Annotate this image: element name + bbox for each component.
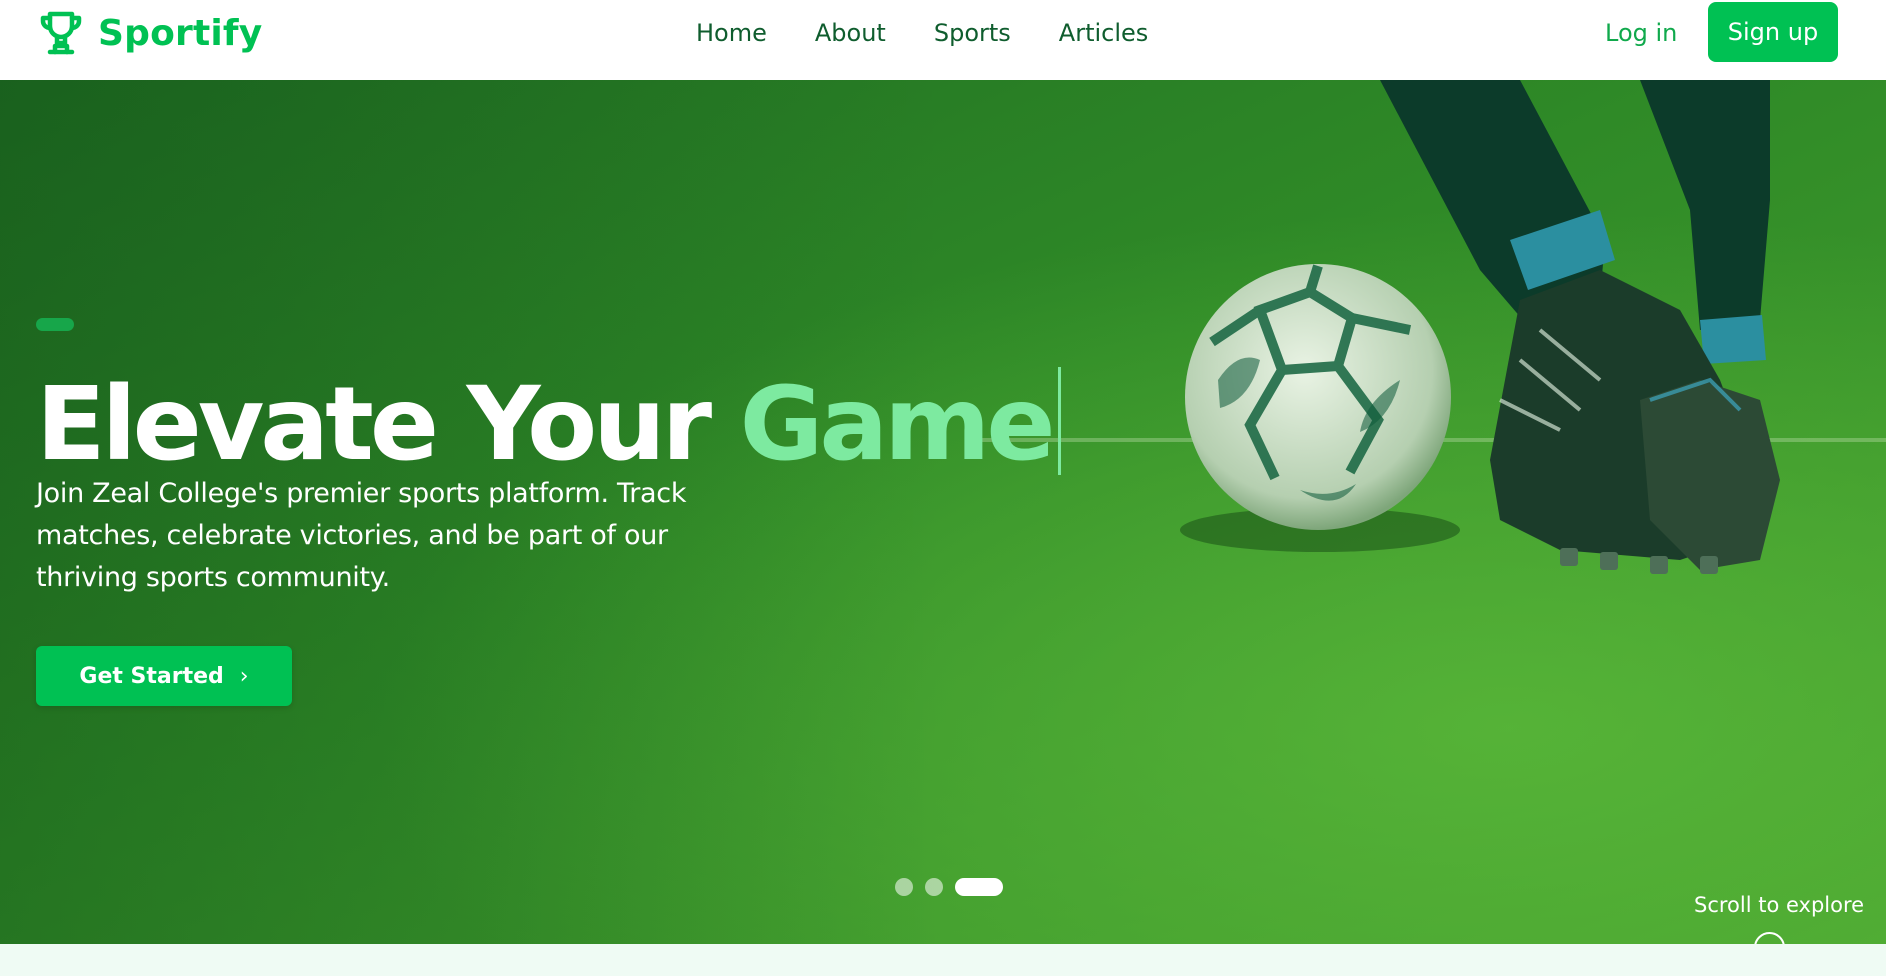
get-started-label: Get Started <box>79 663 224 689</box>
nav-link-sports[interactable]: Sports <box>934 17 1011 49</box>
carousel-dot-3-active[interactable] <box>955 878 1003 896</box>
nav-link-articles[interactable]: Articles <box>1059 17 1149 49</box>
signup-button[interactable]: Sign up <box>1708 2 1838 62</box>
hero-section: Elevate Your Game Join Zeal College's pr… <box>0 80 1886 944</box>
top-navbar: Sportify Home About Sports Articles Log … <box>0 0 1886 80</box>
brand-name: Sportify <box>98 12 263 54</box>
hero-title-accent: Game <box>739 365 1056 484</box>
scroll-hint: Scroll to explore <box>1694 893 1865 917</box>
carousel-dot-1[interactable] <box>895 878 913 896</box>
hero-title: Elevate Your Game <box>36 365 1061 485</box>
typing-caret <box>1057 367 1061 475</box>
nav-link-about[interactable]: About <box>815 17 886 49</box>
nav-link-home[interactable]: Home <box>696 17 767 49</box>
carousel-dot-2[interactable] <box>925 878 943 896</box>
carousel-indicators <box>895 878 1003 896</box>
hero-accent-pill <box>36 318 74 331</box>
next-section-edge <box>0 944 1886 976</box>
hero-subtitle: Join Zeal College's premier sports platf… <box>36 478 687 593</box>
chevron-right-icon: › <box>239 663 249 689</box>
trophy-icon <box>38 10 84 56</box>
nav-links: Home About Sports Articles <box>696 17 1148 49</box>
hero-title-main: Elevate Your <box>36 365 712 484</box>
brand-logo[interactable]: Sportify <box>38 10 262 56</box>
login-link[interactable]: Log in <box>1605 17 1677 49</box>
get-started-button[interactable]: Get Started › <box>36 646 292 706</box>
